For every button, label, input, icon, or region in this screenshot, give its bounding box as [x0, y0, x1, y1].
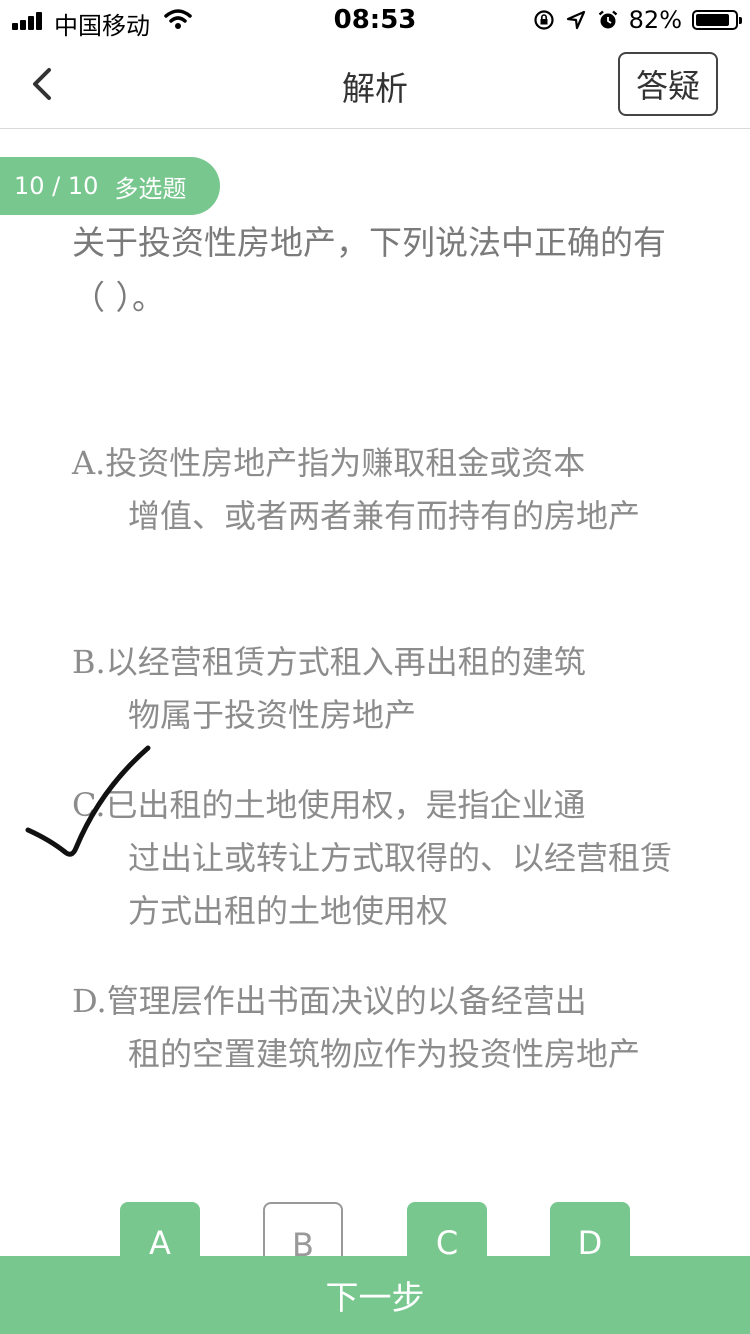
battery-icon [692, 10, 742, 30]
question-type: 多选题 [114, 174, 187, 203]
option-text-rest: 物属于投资性房地产 [128, 696, 417, 734]
option-c: C.已出租的土地使用权，是指企业通 过出让或转让方式取得的、以经营租赁方式出租的… [72, 779, 672, 938]
status-bar: 中国移动 08:53 82% [0, 0, 750, 40]
option-letter: D. [72, 982, 107, 1020]
option-letter: A. [72, 444, 106, 482]
location-icon [566, 10, 585, 30]
option-text-rest: 增值、或者两者兼有而持有的房地产 [128, 497, 641, 535]
rotation-lock-icon [534, 10, 554, 30]
option-letter: B. [72, 643, 106, 681]
status-right-group: 82% [533, 6, 742, 34]
question-badge: 10 / 10 多选题 [0, 157, 220, 215]
navigation-bar: 解析 答疑 [0, 40, 750, 129]
battery-percent: 82% [628, 6, 682, 34]
option-d: D.管理层作出书面决议的以备经营出 租的空置建筑物应作为投资性房地产 [72, 975, 672, 1081]
option-text-line1: 以经营租赁方式租入再出租的建筑 [105, 643, 586, 681]
option-text-rest: 租的空置建筑物应作为投资性房地产 [128, 1035, 641, 1073]
alarm-icon [598, 10, 617, 29]
ask-question-button[interactable]: 答疑 [618, 52, 718, 116]
question-progress: 10 / 10 [14, 172, 99, 200]
option-text-rest: 过出让或转让方式取得的、以经营租赁方式出租的土地使用权 [128, 839, 673, 930]
option-b: B.以经营租赁方式租入再出租的建筑 物属于投资性房地产 [72, 636, 672, 742]
option-text-line1: 管理层作出书面决议的以备经营出 [106, 982, 587, 1020]
question-text: 关于投资性房地产，下列说法中正确的有（ ）。 [72, 223, 666, 317]
option-text-line1: 已出租的土地使用权，是指企业通 [105, 786, 586, 824]
option-a: A.投资性房地产指为赚取租金或资本 增值、或者两者兼有而持有的房地产 [72, 437, 672, 543]
option-text-line1: 投资性房地产指为赚取租金或资本 [105, 444, 586, 482]
next-step-button[interactable]: 下一步 [0, 1256, 750, 1334]
checkmark-annotation-icon [25, 745, 151, 857]
